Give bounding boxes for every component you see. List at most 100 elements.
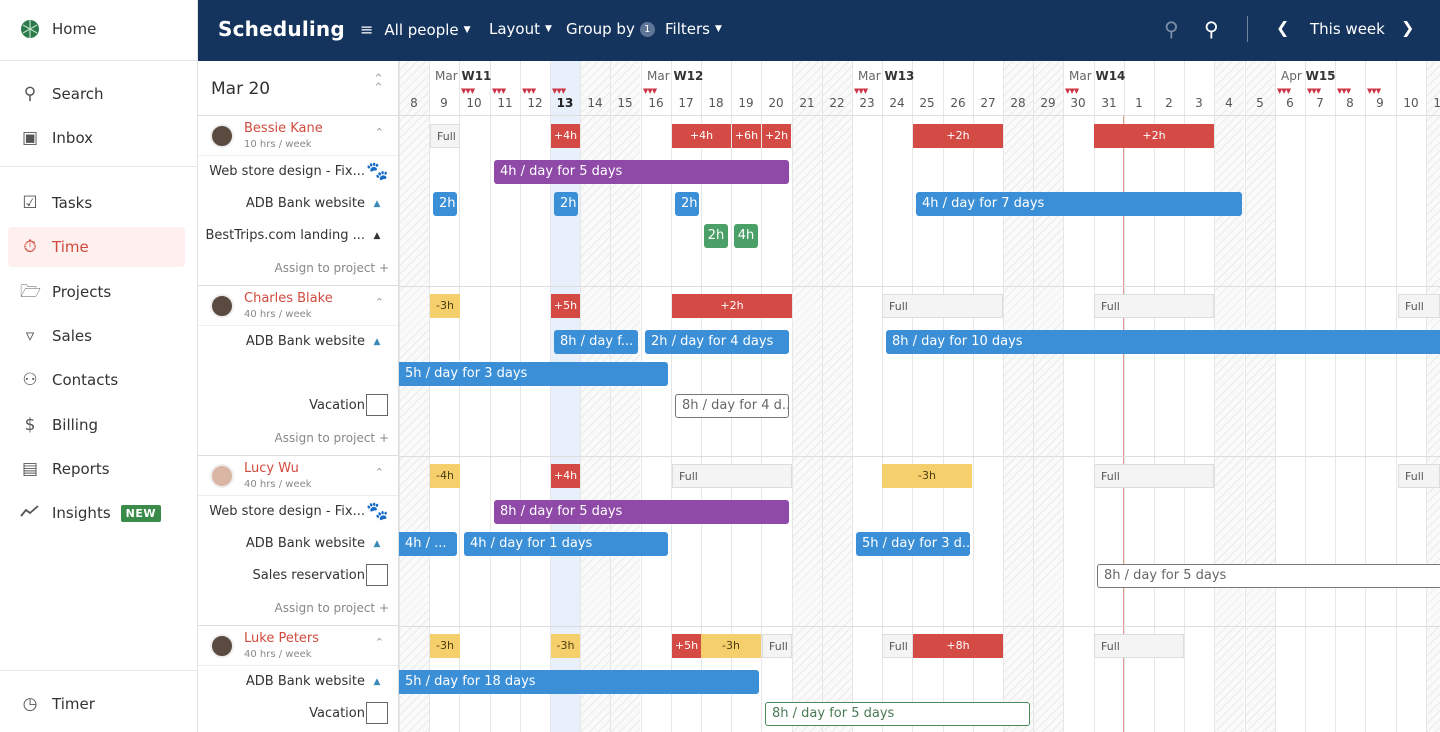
filters-dropdown[interactable]: Filters ▼ bbox=[665, 20, 722, 38]
booking-bar[interactable]: 8h / day f... bbox=[554, 330, 638, 354]
project-name[interactable]: ADB Bank website bbox=[246, 334, 365, 349]
capacity-cell[interactable]: -3h bbox=[701, 634, 761, 658]
nav-home[interactable]: Home bbox=[8, 9, 185, 49]
zoom-in-icon[interactable]: ⚲ bbox=[1204, 17, 1219, 41]
booking-bar[interactable]: 2h bbox=[433, 192, 457, 216]
chevron-up-icon[interactable]: ⌃ bbox=[375, 296, 384, 309]
project-name[interactable]: Web store design - Fix... bbox=[209, 504, 365, 519]
next-week-button[interactable]: ❯ bbox=[1401, 18, 1414, 37]
person-hours: 40 hrs / week bbox=[244, 649, 312, 660]
sales-reservation-checkbox[interactable] bbox=[366, 564, 388, 586]
capacity-cell[interactable]: -3h bbox=[430, 634, 460, 658]
person-header[interactable]: Charles Blake 40 hrs / week ⌃ bbox=[198, 286, 398, 326]
capacity-cell[interactable]: +8h bbox=[913, 634, 1003, 658]
assign-project-link[interactable]: Assign to project + bbox=[275, 601, 389, 615]
person-header[interactable]: Bessie Kane 10 hrs / week ⌃ bbox=[198, 116, 398, 156]
booking-bar[interactable]: 5h / day for 18 days bbox=[399, 670, 759, 694]
nav-tasks[interactable]: ☑ Tasks bbox=[8, 183, 185, 223]
booking-bar[interactable]: 8h / day for 10 days bbox=[886, 330, 1440, 354]
booking-bar[interactable]: 8h / day for 5 days bbox=[765, 702, 1030, 726]
chevron-up-icon[interactable]: ⌃ bbox=[375, 636, 384, 649]
nav-projects[interactable]: 🗁 Projects bbox=[8, 272, 185, 312]
capacity-cell[interactable]: Full bbox=[882, 634, 913, 658]
booking-bar[interactable]: 4h / day for 5 days bbox=[494, 160, 789, 184]
groupby-dropdown[interactable]: Group by 1 bbox=[566, 20, 655, 38]
capacity-cell[interactable]: -3h bbox=[551, 634, 580, 658]
prev-week-button[interactable]: ❮ bbox=[1276, 18, 1289, 37]
capacity-cell[interactable]: -3h bbox=[430, 294, 460, 318]
nav-inbox[interactable]: ▣ Inbox bbox=[8, 118, 185, 158]
booking-bar[interactable]: 4h / day for 1 days bbox=[464, 532, 668, 556]
capacity-cell[interactable]: Full bbox=[430, 124, 460, 148]
capacity-cell[interactable]: Full bbox=[672, 464, 792, 488]
capacity-cell[interactable]: +4h bbox=[672, 124, 731, 148]
booking-bar[interactable]: 8h / day for 5 days bbox=[494, 500, 789, 524]
capacity-cell[interactable]: -3h bbox=[882, 464, 972, 488]
capacity-cell[interactable]: Full bbox=[1094, 464, 1214, 488]
project-name[interactable]: Vacation bbox=[309, 398, 365, 413]
nav-billing[interactable]: $ Billing bbox=[8, 405, 185, 445]
zoom-out-icon[interactable]: ⚲ bbox=[1164, 17, 1179, 41]
nav-timer[interactable]: ◷ Timer bbox=[8, 684, 185, 724]
nav-insights[interactable]: Insights NEW bbox=[8, 493, 185, 533]
capacity-cell[interactable]: +4h bbox=[551, 124, 580, 148]
capacity-cell[interactable]: Full bbox=[1094, 634, 1184, 658]
person-name[interactable]: Luke Peters bbox=[244, 631, 319, 646]
person-name[interactable]: Bessie Kane bbox=[244, 121, 323, 136]
assign-project-link[interactable]: Assign to project + bbox=[275, 261, 389, 275]
capacity-cell[interactable]: +5h bbox=[551, 294, 580, 318]
collapse-all-icon[interactable]: ⌃ ⌃ bbox=[373, 73, 384, 95]
people-filter[interactable]: ≡ All people ▼ bbox=[360, 20, 471, 39]
booking-bar[interactable]: 2h / day for 4 days bbox=[645, 330, 789, 354]
booking-bar[interactable]: 4h / ... bbox=[399, 532, 457, 556]
booking-bar[interactable]: 5h / day for 3 days bbox=[399, 362, 668, 386]
person-name[interactable]: Charles Blake bbox=[244, 291, 333, 306]
project-name[interactable]: ADB Bank website bbox=[246, 196, 365, 211]
nav-time[interactable]: ⏱ Time bbox=[8, 227, 185, 267]
capacity-cell[interactable]: +2h bbox=[1094, 124, 1214, 148]
capacity-cell[interactable]: +2h bbox=[672, 294, 792, 318]
project-name[interactable]: Web store design - Fix... bbox=[209, 164, 365, 179]
capacity-cell[interactable]: -4h bbox=[430, 464, 460, 488]
project-name[interactable]: ADB Bank website bbox=[246, 674, 365, 689]
person-header[interactable]: Luke Peters 40 hrs / week ⌃ bbox=[198, 626, 398, 666]
day-number: 26 bbox=[950, 96, 966, 110]
vacation-checkbox[interactable] bbox=[366, 702, 388, 724]
assign-project-link[interactable]: Assign to project + bbox=[275, 431, 389, 445]
capacity-cell[interactable]: +2h bbox=[913, 124, 1003, 148]
booking-bar[interactable]: 5h / day for 3 d... bbox=[856, 532, 970, 556]
project-name[interactable]: BestTrips.com landing ... bbox=[205, 228, 365, 243]
groupby-label: Group by bbox=[566, 20, 635, 38]
booking-bar[interactable]: 8h / day for 5 days bbox=[1097, 564, 1440, 588]
person-header[interactable]: Lucy Wu 40 hrs / week ⌃ bbox=[198, 456, 398, 496]
chevron-up-icon[interactable]: ⌃ bbox=[375, 466, 384, 479]
project-name[interactable]: Sales reservation bbox=[253, 568, 365, 583]
capacity-cell[interactable]: +5h bbox=[672, 634, 701, 658]
capacity-cell[interactable]: +4h bbox=[551, 464, 580, 488]
booking-bar[interactable]: 4h / day for 7 days bbox=[916, 192, 1242, 216]
nav-reports[interactable]: ▤ Reports bbox=[8, 449, 185, 489]
range-label[interactable]: This week bbox=[1310, 20, 1385, 38]
booking-bar[interactable]: 2h bbox=[675, 192, 699, 216]
capacity-cell[interactable]: Full bbox=[1398, 464, 1440, 488]
nav-sales[interactable]: ▿ Sales bbox=[8, 316, 185, 356]
capacity-cell[interactable]: Full bbox=[1398, 294, 1440, 318]
capacity-cell[interactable]: +6h bbox=[732, 124, 761, 148]
booking-bar[interactable]: 8h / day for 4 d... bbox=[675, 394, 789, 418]
nav-search[interactable]: ⚲ Search bbox=[8, 74, 185, 114]
avatar bbox=[210, 464, 234, 488]
chevron-up-icon[interactable]: ⌃ bbox=[375, 126, 384, 139]
capacity-cell[interactable]: Full bbox=[1094, 294, 1214, 318]
nav-contacts[interactable]: ⚇ Contacts bbox=[8, 360, 185, 400]
booking-bar[interactable]: 2h bbox=[554, 192, 578, 216]
vacation-checkbox[interactable] bbox=[366, 394, 388, 416]
project-name[interactable]: ADB Bank website bbox=[246, 536, 365, 551]
layout-dropdown[interactable]: Layout ▼ bbox=[489, 20, 552, 38]
capacity-cell[interactable]: +2h bbox=[762, 124, 791, 148]
capacity-cell[interactable]: Full bbox=[882, 294, 1003, 318]
capacity-cell[interactable]: Full bbox=[762, 634, 792, 658]
person-name[interactable]: Lucy Wu bbox=[244, 461, 299, 476]
booking-bar[interactable]: 4h bbox=[734, 224, 758, 248]
project-name[interactable]: Vacation bbox=[309, 706, 365, 721]
booking-bar[interactable]: 2h bbox=[704, 224, 728, 248]
